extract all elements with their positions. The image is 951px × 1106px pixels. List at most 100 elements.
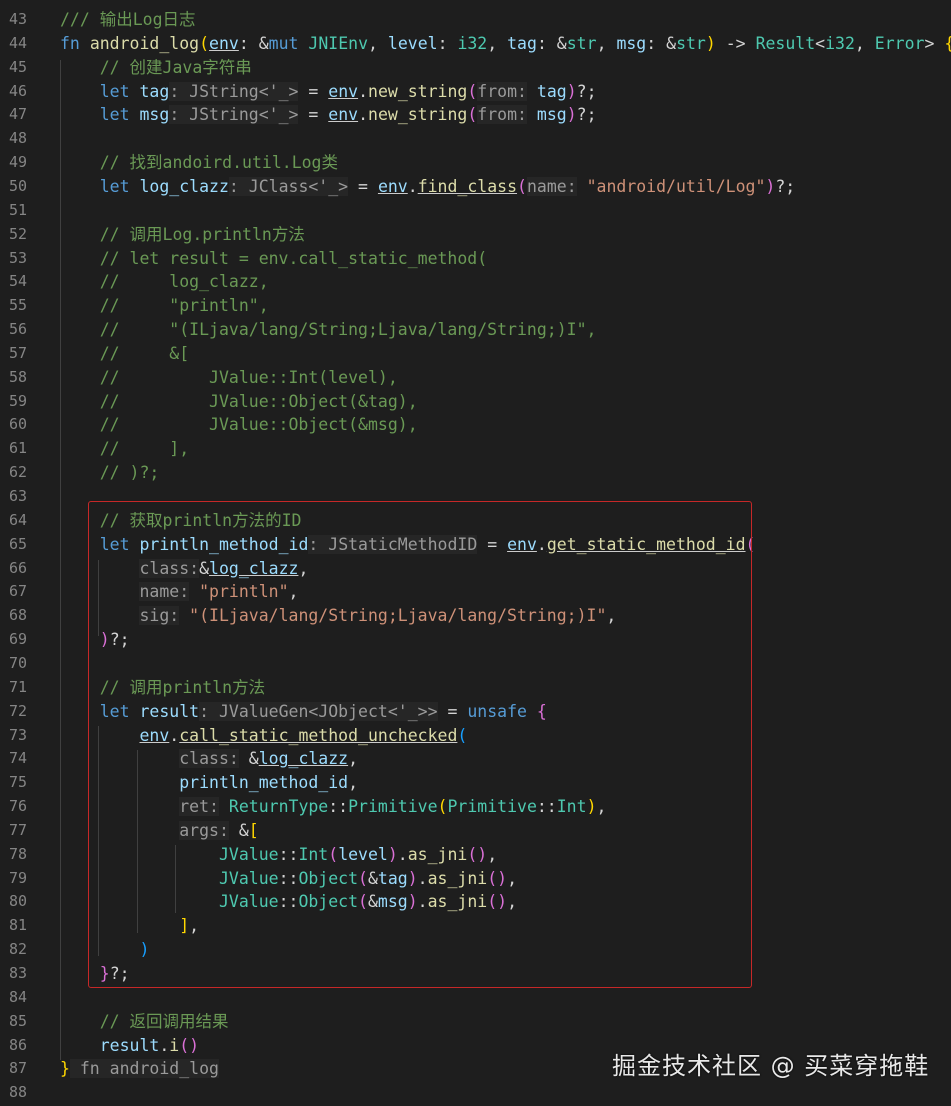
line-number: 54 — [8, 272, 27, 291]
line-number: 79 — [8, 868, 27, 887]
line-number: 61 — [8, 439, 27, 458]
code-text: /// 输出Log日志 — [60, 8, 196, 32]
code-token: // log_clazz, — [99, 272, 269, 292]
line-number: 71 — [8, 677, 27, 696]
code-line[interactable]: 46 let tag: JString<'_> = env.new_string… — [0, 80, 951, 104]
code-token: Error — [874, 33, 925, 53]
code-token: // 调用Log.println方法 — [99, 224, 305, 244]
code-text: result.i() — [60, 1034, 199, 1058]
code-token: : & — [536, 33, 567, 53]
code-token: msg — [616, 33, 647, 53]
code-token: env — [377, 176, 408, 196]
code-line[interactable]: 62 // )?; — [0, 461, 951, 485]
code-token: let — [99, 176, 140, 196]
code-token: : & — [646, 33, 677, 53]
code-line[interactable]: 56 // "(ILjava/lang/String;Ljava/lang/St… — [0, 318, 951, 342]
code-editor[interactable]: 43 /// 输出Log日志 44 fn android_log(env: &mut … — [0, 0, 951, 1106]
code-line[interactable]: 45 // 创建Java字符串 — [0, 56, 951, 80]
code-token: : JClass<'_> — [228, 176, 349, 196]
code-token: // &[ — [99, 343, 190, 363]
highlight-box — [88, 501, 752, 988]
code-token: name: — [526, 176, 577, 196]
code-line[interactable]: 84 — [0, 986, 951, 1010]
code-token: // let result = env.call_static_method( — [99, 248, 488, 268]
code-text: // JValue::Int(level), — [60, 366, 398, 390]
code-line[interactable]: 48 — [0, 127, 951, 151]
line-number: 77 — [8, 820, 27, 839]
line-number: 52 — [8, 224, 27, 243]
code-line[interactable]: 58 // JValue::Int(level), — [0, 366, 951, 390]
code-token: ) — [765, 176, 776, 196]
code-line[interactable]: 49 // 找到andoird.util.Log类 — [0, 151, 951, 175]
code-line[interactable]: 55 // "println", — [0, 294, 951, 318]
code-line[interactable]: 61 // ], — [0, 437, 951, 461]
line-number: 63 — [8, 487, 27, 505]
line-number: 66 — [8, 558, 27, 577]
code-line[interactable]: 85 // 返回调用结果 — [0, 1010, 951, 1034]
line-number: 45 — [8, 57, 27, 76]
line-number: 43 — [8, 10, 27, 28]
code-token: // ], — [99, 439, 190, 459]
code-token: i — [169, 1035, 180, 1055]
code-line[interactable]: 60 // JValue::Object(&msg), — [0, 413, 951, 437]
code-line[interactable]: 53 // let result = env.call_static_metho… — [0, 247, 951, 271]
code-token: . — [407, 176, 418, 196]
code-text: // ], — [60, 437, 189, 461]
code-line[interactable]: 44 fn android_log(env: &mut JNIEnv, level… — [0, 32, 951, 56]
line-number: 51 — [8, 200, 27, 219]
code-line[interactable]: 50 let log_clazz: JClass<'_> = env.find_… — [0, 175, 951, 199]
code-text: // log_clazz, — [60, 270, 269, 294]
code-token: env — [328, 81, 359, 101]
code-token: msg — [536, 105, 567, 125]
code-line[interactable]: 51 — [0, 199, 951, 223]
code-line[interactable]: 88 — [0, 1081, 951, 1105]
code-line[interactable]: 54 // log_clazz, — [0, 270, 951, 294]
code-token: ?; — [576, 105, 597, 125]
code-line[interactable]: 59 // JValue::Object(&tag), — [0, 390, 951, 414]
line-number: 75 — [8, 773, 27, 792]
code-text: fn android_log(env: &mut JNIEnv, level: … — [60, 32, 951, 56]
code-token: msg — [139, 105, 170, 125]
code-text: // let result = env.call_static_method( — [60, 247, 487, 271]
code-token: : — [437, 33, 458, 53]
code-line[interactable]: 43 /// 输出Log日志 — [0, 8, 951, 32]
code-token: from: — [477, 105, 527, 125]
line-number: 68 — [8, 606, 27, 625]
line-number: 73 — [8, 725, 27, 744]
line-number: 50 — [8, 176, 27, 195]
line-number: 58 — [8, 367, 27, 386]
code-line[interactable]: 57 // &[ — [0, 342, 951, 366]
code-token: i32 — [457, 33, 488, 53]
code-token: fn android_log — [69, 1059, 219, 1079]
code-token: mut — [268, 33, 309, 53]
code-line[interactable]: 52 // 调用Log.println方法 — [0, 223, 951, 247]
code-token: env — [328, 105, 359, 125]
code-line[interactable]: 47 let msg: JString<'_> = env.new_string… — [0, 103, 951, 127]
code-token: // "(ILjava/lang/String;Ljava/lang/Strin… — [99, 320, 597, 340]
line-number: 62 — [8, 463, 27, 482]
line-number: 49 — [8, 153, 27, 172]
code-token: from: — [477, 81, 527, 101]
line-number: 72 — [8, 701, 27, 720]
code-token: log_clazz — [139, 176, 229, 196]
code-token: result — [99, 1035, 160, 1055]
code-token: tag — [536, 81, 567, 101]
line-number: 84 — [8, 987, 27, 1006]
code-token: () — [179, 1035, 200, 1055]
watermark-text: 掘金技术社区 @ 买菜穿拖鞋 — [612, 1052, 930, 1080]
code-text: // JValue::Object(&msg), — [60, 413, 418, 437]
code-text: let log_clazz: JClass<'_> = env.find_cla… — [60, 175, 795, 199]
code-text: let tag: JString<'_> = env.new_string(fr… — [60, 80, 597, 104]
code-token: /// 输出Log日志 — [60, 10, 196, 29]
line-number: 46 — [8, 81, 27, 100]
code-token: . — [358, 81, 369, 101]
code-text: // 创建Java字符串 — [60, 56, 252, 80]
line-number: 57 — [8, 343, 27, 362]
